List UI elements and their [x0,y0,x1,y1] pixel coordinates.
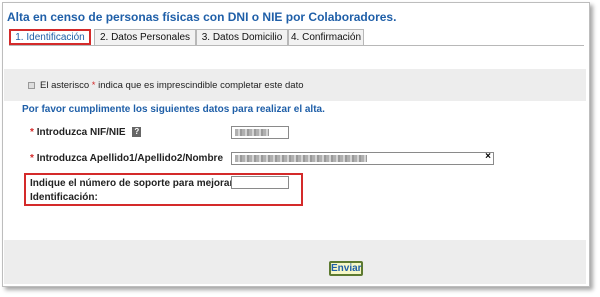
action-bar [4,240,586,284]
name-label-text: Introduzca Apellido1/Apellido2/Nombre [36,153,224,164]
help-icon[interactable]: ? [132,127,142,138]
support-label: Indique el número de soporte para mejora… [30,178,245,203]
name-label: * Introduzca Apellido1/Apellido2/Nombre [30,153,223,164]
name-input[interactable]: × [231,151,494,165]
bullet-icon [28,81,35,89]
nif-input[interactable] [231,126,289,139]
tab-identificacion[interactable]: 1. Identificación [9,29,91,45]
page-title: Alta en censo de personas físicas con DN… [7,10,397,24]
notice-text-after: indica que es imprescindible completar e… [95,80,304,91]
form-instructions: Por favor cumplimente los siguientes dat… [22,104,325,115]
clear-icon[interactable]: × [485,151,491,162]
tab-divider [9,45,584,46]
name-required-asterisk: * [30,153,34,164]
nif-label-text: Introduzca NIF/NIE [36,127,126,138]
nif-required-asterisk: * [30,127,34,138]
tab-datos-domicilio[interactable]: 3. Datos Domicilio [196,29,288,45]
tab-confirmacion[interactable]: 4. Confirmación [288,29,364,45]
required-notice: El asterisco * indica que es imprescindi… [28,80,304,91]
redacted-value [235,129,269,136]
tab-datos-personales[interactable]: 2. Datos Personales [94,29,196,45]
notice-text-before: El asterisco [40,80,92,91]
nif-label: * Introduzca NIF/NIE ? [30,127,142,138]
redacted-value [235,155,367,162]
support-number-input[interactable] [231,176,289,189]
submit-button[interactable]: Enviar [329,261,363,276]
